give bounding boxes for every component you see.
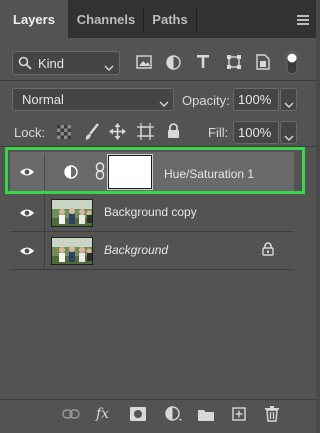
lock-move-icon[interactable] (109, 123, 126, 140)
trash-icon[interactable] (265, 406, 279, 425)
lock-transparent-icon[interactable] (57, 125, 71, 139)
filter-smart-object-icon[interactable] (256, 54, 270, 70)
opacity-value: 100% (238, 92, 272, 107)
search-icon (18, 56, 32, 73)
tab-layers[interactable]: Layers (0, 0, 68, 38)
filter-shape-icon[interactable] (226, 54, 242, 70)
filter-kind-label: Kind (38, 56, 65, 71)
lock-artboard-icon[interactable] (137, 123, 154, 140)
divider (0, 80, 316, 81)
layer-thumbnail-photo (51, 237, 93, 265)
folder-icon[interactable] (198, 408, 214, 424)
fx-icon[interactable]: fx (96, 406, 109, 422)
lock-all-icon[interactable] (167, 123, 180, 139)
filter-adjustment-icon[interactable] (166, 55, 181, 70)
layer-thumbnail-photo (51, 199, 93, 227)
layer-name[interactable]: Background (104, 243, 168, 257)
adjustment-icon[interactable] (165, 406, 183, 425)
mask-icon[interactable] (130, 407, 146, 424)
blend-mode-value: Normal (22, 92, 64, 107)
tab-paths[interactable]: Paths (144, 0, 196, 38)
eye-icon[interactable] (10, 194, 45, 232)
fill-value: 100% (238, 125, 272, 140)
lock-paint-brush-icon[interactable] (84, 123, 100, 141)
chevron-down-icon (284, 130, 294, 144)
footer-divider (0, 399, 316, 400)
eye-icon[interactable] (10, 232, 45, 270)
tab-channels[interactable]: Channels (70, 0, 142, 38)
lock-label: Lock: (14, 125, 46, 140)
new-layer-icon[interactable] (232, 407, 246, 424)
lock-icon[interactable] (262, 242, 274, 259)
opacity-label: Opacity: (182, 93, 230, 108)
chevron-down-icon (104, 60, 114, 74)
fill-label: Fill: (208, 125, 229, 140)
chevron-down-icon (159, 96, 169, 110)
chevron-down-icon (284, 97, 294, 111)
filter-type-icon[interactable] (196, 54, 210, 69)
filter-pixel-icon[interactable] (136, 55, 152, 69)
link-icon[interactable] (62, 408, 80, 423)
layer-name[interactable]: Background copy (104, 205, 197, 219)
filter-toggle-icon[interactable] (286, 51, 298, 78)
highlight-box (5, 147, 305, 194)
tab-divider (196, 8, 197, 32)
panel-menu-icon[interactable] (297, 14, 309, 28)
